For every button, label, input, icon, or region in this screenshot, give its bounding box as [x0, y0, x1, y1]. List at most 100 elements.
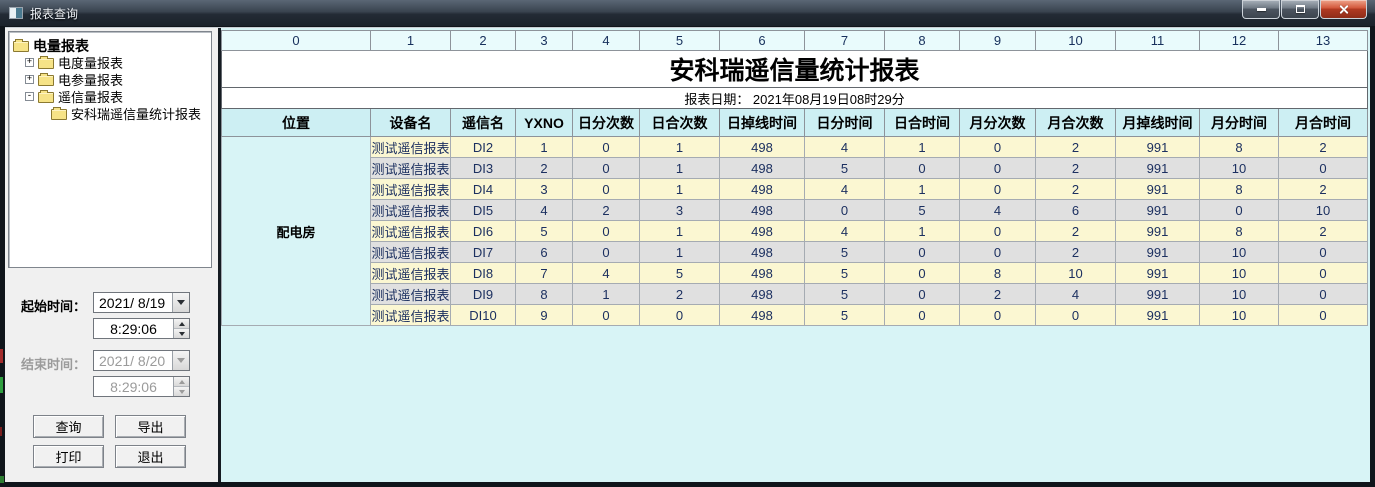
- column-header: 位置: [222, 109, 371, 137]
- value-cell: 4: [960, 200, 1036, 221]
- value-cell: 498: [720, 221, 805, 242]
- start-date-picker[interactable]: 2021/ 8/19: [93, 292, 190, 313]
- value-cell: 991: [1116, 137, 1200, 158]
- spin-up-button: [174, 377, 189, 387]
- report-title-row: 安科瑞遥信量统计报表: [222, 51, 1368, 88]
- value-cell: 10: [1200, 305, 1279, 326]
- value-cell: 991: [1116, 263, 1200, 284]
- column-header: 月分时间: [1200, 109, 1279, 137]
- app-icon: [9, 7, 23, 19]
- value-cell: 5: [805, 158, 885, 179]
- value-cell: 1: [640, 158, 720, 179]
- value-cell: 2: [573, 200, 640, 221]
- spin-up-button[interactable]: [174, 319, 189, 329]
- value-cell: 498: [720, 263, 805, 284]
- expand-icon[interactable]: +: [25, 75, 34, 84]
- value-cell: 2: [1036, 158, 1116, 179]
- yx-name-cell: DI8: [451, 263, 516, 284]
- start-time-spinner: [173, 319, 189, 338]
- value-cell: 0: [1279, 305, 1368, 326]
- value-cell: 2: [1036, 137, 1116, 158]
- minimize-button[interactable]: [1242, 0, 1280, 19]
- value-cell: 0: [1279, 284, 1368, 305]
- value-cell: 1: [640, 179, 720, 200]
- value-cell: 1: [640, 137, 720, 158]
- value-cell: 9: [516, 305, 573, 326]
- column-number-cell: 7: [805, 31, 885, 51]
- value-cell: 0: [960, 221, 1036, 242]
- device-name-cell: 测试遥信报表: [371, 158, 451, 179]
- collapse-icon[interactable]: -: [25, 92, 34, 101]
- folder-icon: [38, 75, 54, 86]
- close-button[interactable]: [1320, 0, 1367, 19]
- device-name-cell: 测试遥信报表: [371, 242, 451, 263]
- value-cell: 4: [1036, 284, 1116, 305]
- tree-root-item[interactable]: 电量报表: [11, 37, 209, 54]
- table-row: 测试遥信报表DI76014985002991100: [222, 242, 1368, 263]
- window-title: 报表查询: [30, 5, 78, 22]
- value-cell: 498: [720, 284, 805, 305]
- end-date-value: 2021/ 8/20: [94, 353, 172, 369]
- value-cell: 1: [516, 137, 573, 158]
- value-cell: 0: [573, 242, 640, 263]
- value-cell: 0: [1279, 242, 1368, 263]
- report-table: 012345678910111213安科瑞遥信量统计报表报表日期： 2021年0…: [221, 30, 1368, 326]
- start-date-dropdown-button[interactable]: [172, 293, 189, 312]
- column-number-cell: 6: [720, 31, 805, 51]
- value-cell: 1: [640, 242, 720, 263]
- value-cell: 0: [573, 179, 640, 200]
- value-cell: 1: [885, 179, 960, 200]
- yx-name-cell: DI4: [451, 179, 516, 200]
- start-time-label: 起始时间：: [21, 296, 86, 315]
- value-cell: 8: [1200, 179, 1279, 200]
- value-cell: 0: [573, 221, 640, 242]
- exit-button[interactable]: 退出: [115, 445, 186, 468]
- value-cell: 991: [1116, 221, 1200, 242]
- maximize-button[interactable]: [1281, 0, 1319, 19]
- value-cell: 0: [885, 158, 960, 179]
- edge-speck: [0, 476, 4, 483]
- expand-icon[interactable]: +: [25, 58, 34, 67]
- table-row: 测试遥信报表DI6501498410299182: [222, 221, 1368, 242]
- value-cell: 1: [573, 284, 640, 305]
- column-header: 日分次数: [573, 109, 640, 137]
- column-number-cell: 2: [451, 31, 516, 51]
- value-cell: 3: [516, 179, 573, 200]
- value-cell: 2: [1036, 221, 1116, 242]
- report-area: 012345678910111213安科瑞遥信量统计报表报表日期： 2021年0…: [221, 28, 1370, 482]
- device-name-cell: 测试遥信报表: [371, 305, 451, 326]
- app-window: 报表查询 电量报表+电度量报表+电参量报表-遥信量报表安科瑞遥信量统计报表 起始…: [0, 0, 1375, 487]
- value-cell: 0: [885, 284, 960, 305]
- column-header: 月掉线时间: [1116, 109, 1200, 137]
- value-cell: 4: [805, 221, 885, 242]
- triangle-up-icon: [179, 380, 185, 384]
- print-button[interactable]: 打印: [33, 445, 104, 468]
- table-row: 测试遥信报表DI109004985000991100: [222, 305, 1368, 326]
- value-cell: 1: [885, 137, 960, 158]
- start-date-value: 2021/ 8/19: [94, 295, 172, 311]
- value-cell: 0: [960, 137, 1036, 158]
- value-cell: 10: [1279, 200, 1368, 221]
- value-cell: 5: [805, 263, 885, 284]
- value-cell: 4: [516, 200, 573, 221]
- query-button[interactable]: 查询: [33, 415, 104, 438]
- tree-item-0[interactable]: +电度量报表: [11, 54, 209, 71]
- tree-item-1[interactable]: +电参量报表: [11, 71, 209, 88]
- tree-item-2[interactable]: -遥信量报表: [11, 88, 209, 105]
- value-cell: 0: [960, 179, 1036, 200]
- tree-item-3[interactable]: 安科瑞遥信量统计报表: [11, 105, 209, 122]
- value-cell: 0: [1200, 200, 1279, 221]
- triangle-down-icon: [179, 390, 185, 394]
- spin-down-button[interactable]: [174, 329, 189, 338]
- column-number-cell: 9: [960, 31, 1036, 51]
- start-time-value: 8:29:06: [94, 321, 173, 337]
- start-time-input[interactable]: 8:29:06: [93, 318, 190, 339]
- device-name-cell: 测试遥信报表: [371, 263, 451, 284]
- value-cell: 498: [720, 158, 805, 179]
- column-number-cell: 13: [1279, 31, 1368, 51]
- export-button[interactable]: 导出: [115, 415, 186, 438]
- value-cell: 8: [960, 263, 1036, 284]
- sidebar: 电量报表+电度量报表+电参量报表-遥信量报表安科瑞遥信量统计报表 起始时间： 2…: [5, 28, 218, 482]
- report-title: 安科瑞遥信量统计报表: [222, 51, 1368, 88]
- value-cell: 10: [1200, 242, 1279, 263]
